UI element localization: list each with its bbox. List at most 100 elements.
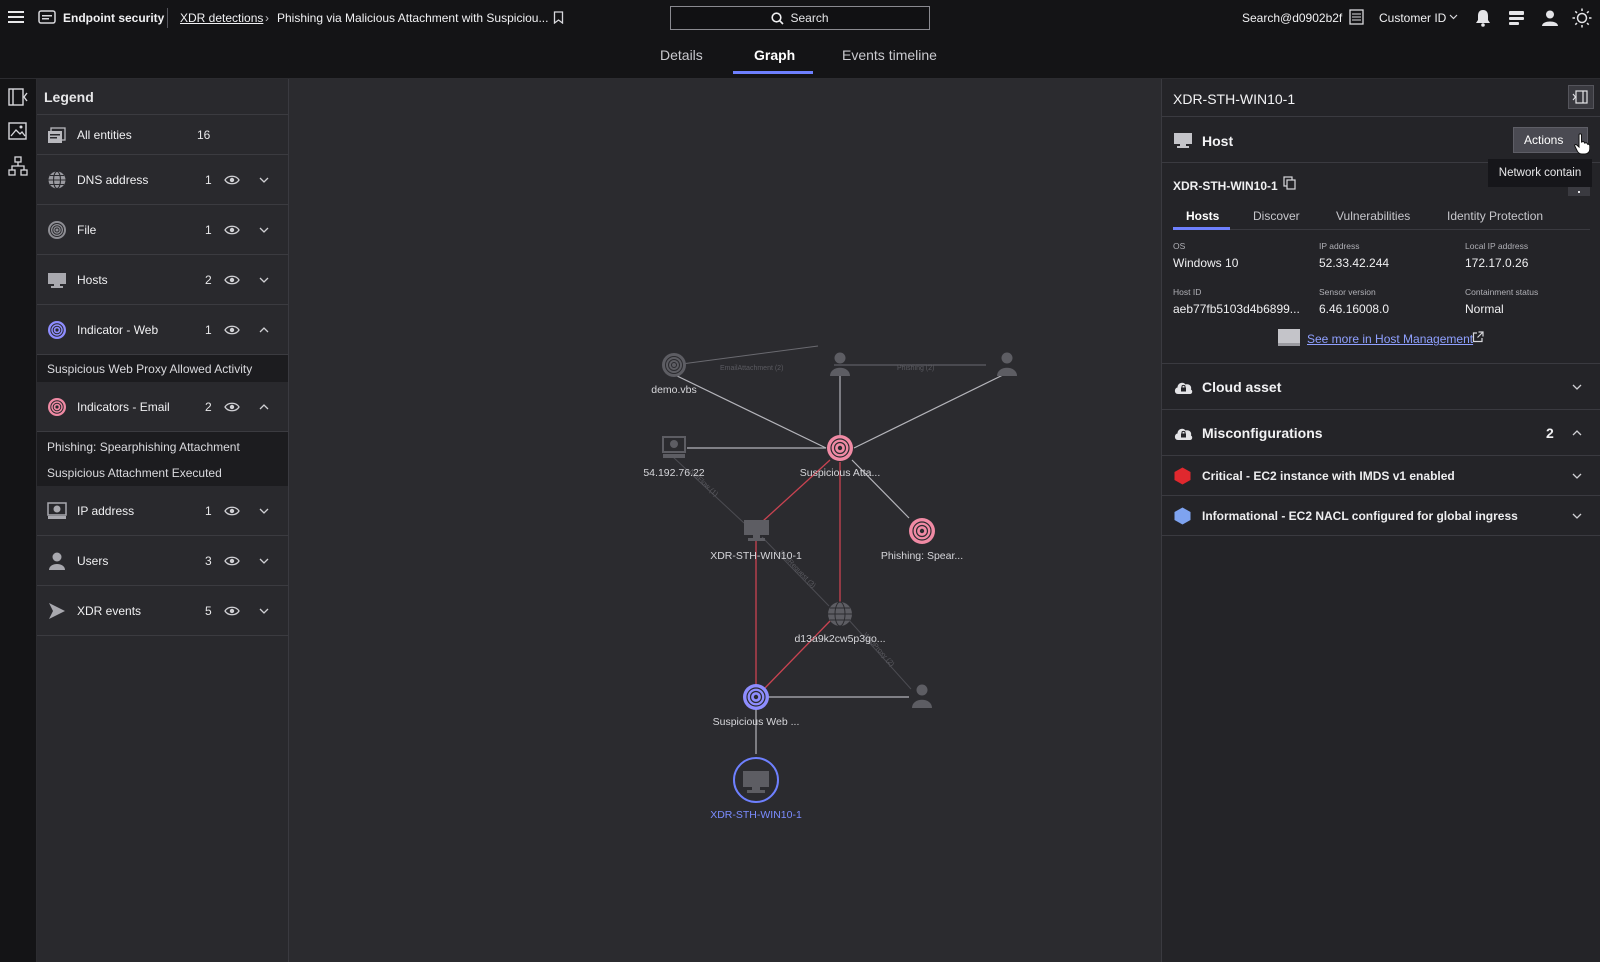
sub-tab-identity-protection[interactable]: Identity Protection: [1447, 209, 1543, 223]
chevron-down-icon[interactable]: [259, 556, 269, 566]
notifications-bell-icon[interactable]: [1475, 9, 1491, 27]
theme-toggle-sun-icon[interactable]: [1572, 8, 1592, 28]
messages-icon[interactable]: [1508, 10, 1525, 26]
node-label[interactable]: Suspicious Web ...: [713, 716, 800, 728]
field-value-containment: Normal: [1465, 302, 1504, 316]
user-node-icon[interactable]: [912, 684, 932, 709]
legend-item-ip-address[interactable]: IP address 1: [37, 486, 288, 536]
user-node-icon[interactable]: [830, 352, 850, 377]
user-icon: [47, 551, 67, 571]
visibility-eye-icon[interactable]: [224, 173, 240, 187]
chevron-down-icon[interactable]: [259, 506, 269, 516]
host-node-icon[interactable]: [744, 520, 769, 541]
visibility-eye-icon[interactable]: [224, 273, 240, 287]
legend-item-dns-address[interactable]: DNS address 1: [37, 155, 288, 205]
tab-details[interactable]: Details: [660, 47, 703, 63]
chevron-down-icon[interactable]: [259, 606, 269, 616]
misconfigurations-section[interactable]: Misconfigurations 2: [1162, 410, 1600, 456]
legend-item-count: 1: [205, 172, 212, 187]
email-indicator-node-icon[interactable]: [827, 435, 853, 461]
tab-graph[interactable]: Graph: [754, 47, 795, 63]
tab-events-timeline[interactable]: Events timeline: [842, 47, 937, 63]
legend-child-item[interactable]: Phishing: Spearphishing Attachment: [47, 440, 240, 454]
target-web-icon: [47, 320, 67, 340]
sub-tab-vulnerabilities[interactable]: Vulnerabilities: [1336, 209, 1410, 223]
hierarchy-layout-icon[interactable]: [7, 155, 29, 177]
cloud-asset-section[interactable]: Cloud asset: [1162, 364, 1600, 410]
web-indicator-node-icon[interactable]: [743, 684, 769, 710]
legend-item-hosts[interactable]: Hosts 2: [37, 255, 288, 305]
sub-tab-discover[interactable]: Discover: [1253, 209, 1300, 223]
legend-header: Legend: [37, 79, 288, 115]
chevron-up-icon[interactable]: [1572, 428, 1582, 438]
legend-item-label: Hosts: [77, 272, 108, 287]
legend-child-item[interactable]: Suspicious Attachment Executed: [47, 466, 222, 480]
chevron-down-icon[interactable]: [1572, 471, 1582, 481]
search-button[interactable]: Search: [670, 6, 930, 30]
legend-web-children: Suspicious Web Proxy Allowed Activity: [37, 355, 288, 382]
fingerprint-icon: [47, 220, 67, 240]
visibility-eye-icon[interactable]: [224, 323, 240, 337]
ip-node-icon[interactable]: [662, 436, 686, 458]
collapse-panel-button[interactable]: [1568, 85, 1594, 109]
visibility-eye-icon[interactable]: [224, 223, 240, 237]
chevron-down-icon[interactable]: [1572, 511, 1582, 521]
customer-id-dropdown[interactable]: Customer ID: [1379, 11, 1446, 25]
graph-edge-risk[interactable]: [764, 620, 831, 689]
graph-edge[interactable]: [673, 345, 819, 366]
email-indicator-node-icon[interactable]: [909, 518, 935, 544]
chevron-down-icon[interactable]: [259, 225, 269, 235]
user-node-icon[interactable]: [997, 352, 1017, 377]
field-value-host-id: aeb77fb5103d4b6899...: [1173, 302, 1300, 316]
host-name: XDR-STH-WIN10-1: [1173, 179, 1278, 193]
chevron-down-icon[interactable]: [259, 175, 269, 185]
legend-all-entities[interactable]: All entities 16: [37, 115, 288, 155]
legend-item-users[interactable]: Users 3: [37, 536, 288, 586]
visibility-eye-icon[interactable]: [224, 400, 240, 414]
node-label[interactable]: d13a9k2cw5p3go...: [794, 633, 885, 645]
visibility-eye-icon[interactable]: [224, 504, 240, 518]
chevron-up-icon[interactable]: [259, 402, 269, 412]
external-link-icon[interactable]: [1472, 331, 1484, 343]
node-label[interactable]: demo.vbs: [651, 384, 697, 396]
visibility-eye-icon[interactable]: [224, 604, 240, 618]
legend-item-file[interactable]: File 1: [37, 205, 288, 255]
host-section-title: Host: [1202, 133, 1234, 149]
legend-item-xdr-events[interactable]: XDR events 5: [37, 586, 288, 636]
legend-item-indicators-email[interactable]: Indicators - Email 2: [37, 382, 288, 432]
entity-graph-canvas[interactable]: EmailAttachment (2) Phishing (2) NetFlow…: [289, 79, 1161, 962]
chevron-down-icon[interactable]: [1572, 382, 1582, 392]
hamburger-menu-icon[interactable]: [8, 10, 24, 24]
legend-item-indicator-web[interactable]: Indicator - Web 1: [37, 305, 288, 355]
image-view-icon[interactable]: [7, 120, 29, 142]
host-management-monitor-icon: [1278, 329, 1300, 347]
selected-node-label[interactable]: XDR-STH-WIN10-1: [710, 809, 802, 821]
user-profile-icon[interactable]: [1541, 9, 1559, 27]
misconfig-item-critical[interactable]: Critical - EC2 instance with IMDS v1 ena…: [1162, 456, 1600, 496]
chevron-up-icon[interactable]: [259, 325, 269, 335]
see-more-host-management-link[interactable]: See more in Host Management: [1307, 332, 1473, 346]
user-email[interactable]: Search@d0902b2f: [1242, 11, 1342, 25]
bookmark-icon[interactable]: [553, 11, 564, 24]
sub-tab-hosts[interactable]: Hosts: [1186, 209, 1219, 223]
fingerprint-node-icon[interactable]: [662, 353, 686, 377]
visibility-eye-icon[interactable]: [224, 554, 240, 568]
node-label[interactable]: Phishing: Spear...: [881, 550, 963, 562]
dns-globe-node-icon[interactable]: [828, 601, 852, 627]
selected-host-node-icon[interactable]: [733, 757, 779, 803]
node-label[interactable]: 54.192.76.22: [643, 467, 704, 479]
graph-edge[interactable]: [853, 372, 1008, 449]
node-label[interactable]: Suspicious Atta...: [800, 467, 881, 479]
app-title[interactable]: Endpoint security: [63, 11, 164, 25]
misconfig-label: Critical - EC2 instance with IMDS v1 ena…: [1202, 469, 1455, 483]
chevron-down-icon[interactable]: [259, 275, 269, 285]
more-options-button[interactable]: [1568, 187, 1590, 196]
document-icon[interactable]: [1349, 9, 1364, 25]
node-label[interactable]: XDR-STH-WIN10-1: [710, 550, 802, 562]
misconfig-item-informational[interactable]: Informational - EC2 NACL configured for …: [1162, 496, 1600, 536]
collapse-legend-icon[interactable]: [7, 86, 29, 108]
network-contain-tooltip[interactable]: Network contain: [1488, 159, 1592, 187]
copy-icon[interactable]: [1283, 176, 1296, 190]
legend-child-item[interactable]: Suspicious Web Proxy Allowed Activity: [47, 362, 252, 376]
breadcrumb-link[interactable]: XDR detections: [180, 11, 263, 25]
